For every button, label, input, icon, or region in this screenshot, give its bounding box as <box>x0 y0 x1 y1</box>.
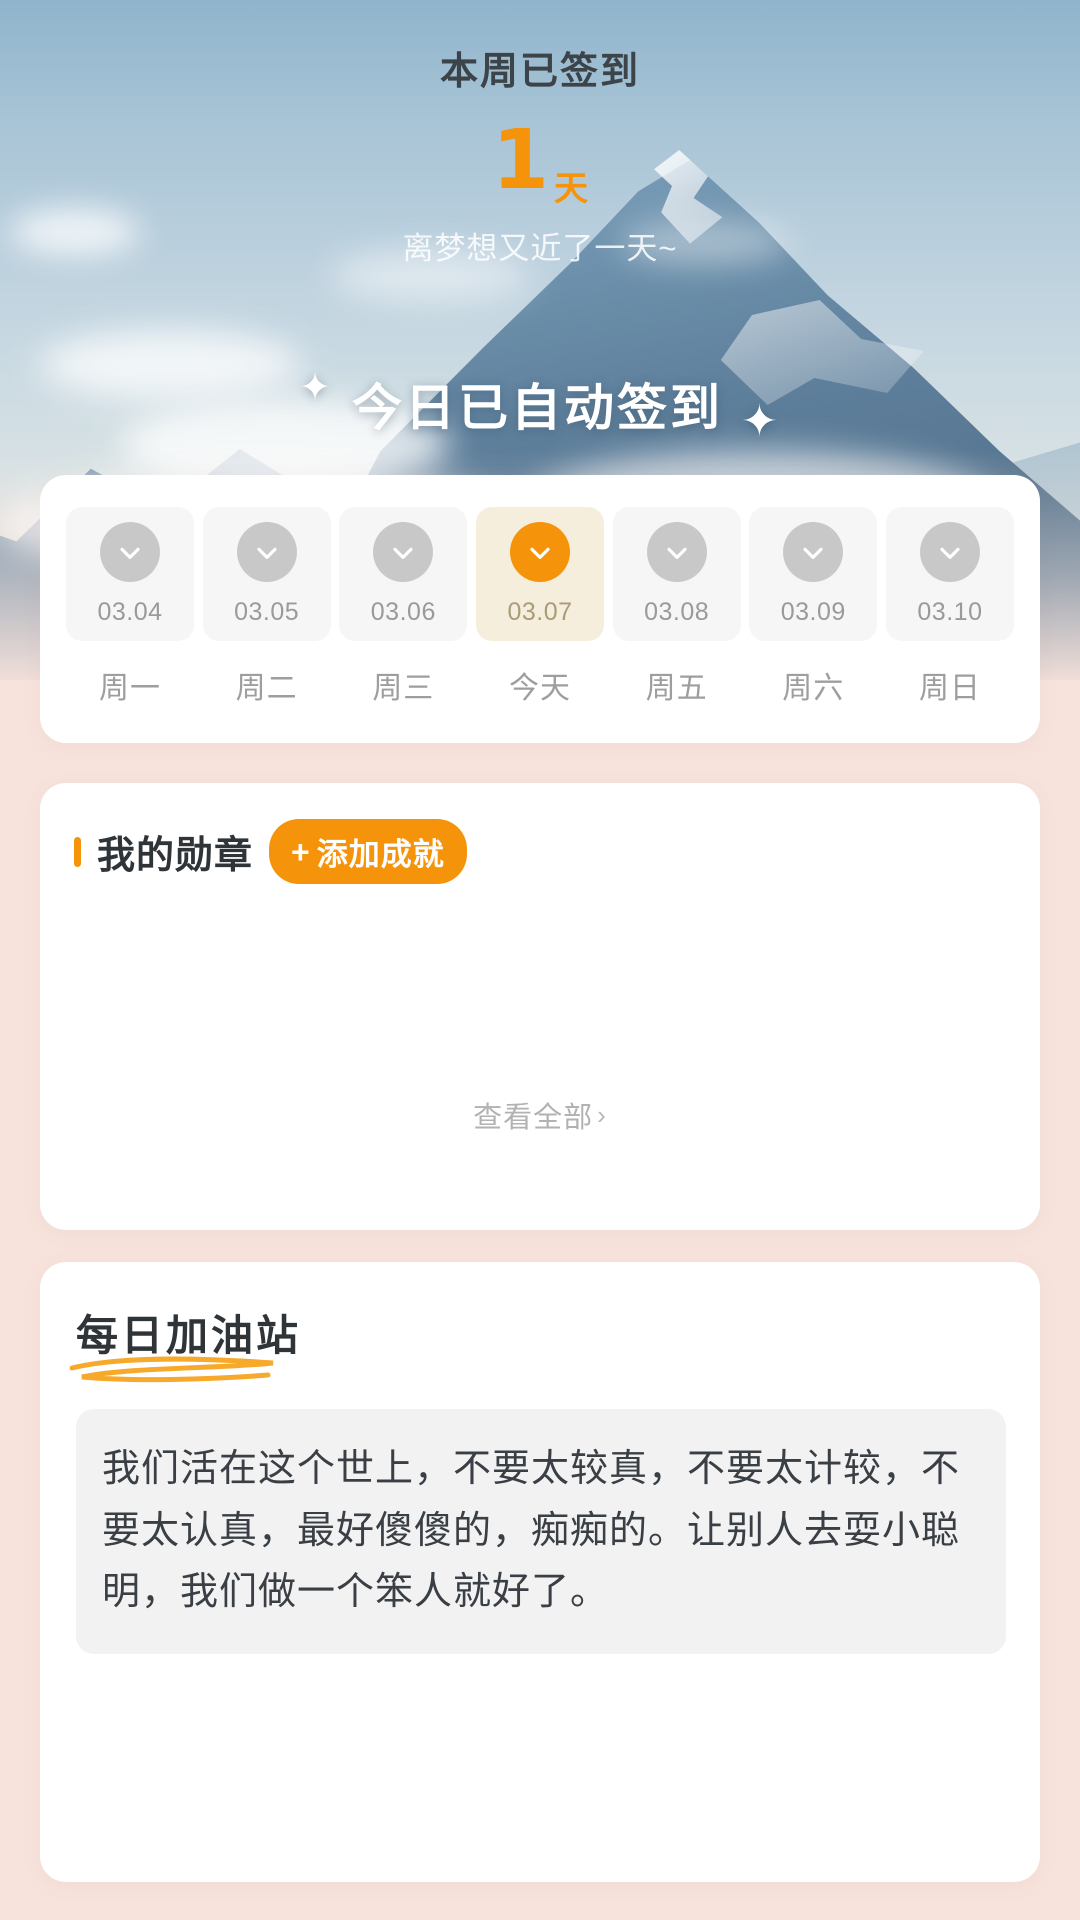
check-icon <box>803 547 823 559</box>
weekday-label-row: 周一 周二 周三 今天 周五 周六 周日 <box>66 663 1014 707</box>
day-date-label: 03.04 <box>97 597 163 626</box>
daily-motivation-card: 每日加油站 我们活在这个世上，不要太较真，不要太计较，不要太认真，最好傻傻的，痴… <box>40 1262 1040 1882</box>
daily-section-title: 每日加油站 <box>76 1312 302 1359</box>
checkin-status-circle <box>373 521 434 582</box>
checkin-status-circle <box>646 521 707 582</box>
checkin-status-text: 今日已自动签到 <box>351 380 723 436</box>
day-tile[interactable]: 03.06 <box>339 507 468 641</box>
checkin-status-circle <box>919 521 980 582</box>
my-badges-card: 我的勋章 + 添加成就 查看全部 › <box>40 783 1040 1230</box>
view-all-label: 查看全部 <box>473 1102 594 1134</box>
view-all-badges-link[interactable]: 查看全部 › <box>74 1094 1006 1136</box>
day-date-label: 03.06 <box>370 597 436 626</box>
plus-icon: + <box>291 833 311 870</box>
check-icon <box>393 547 413 559</box>
quote-container: 我们活在这个世上，不要太较真，不要太计较，不要太认真，最好傻傻的，痴痴的。让别人… <box>76 1409 1006 1654</box>
checkin-status-circle <box>236 521 297 582</box>
weekday-label: 周五 <box>645 672 708 705</box>
checkin-status-circle <box>783 521 844 582</box>
badges-section-title: 我的勋章 <box>97 835 254 877</box>
accent-bar-icon <box>74 836 81 867</box>
streak-counter: 1天 <box>0 120 1080 207</box>
hero-subtitle: 离梦想又近了一天~ <box>402 231 678 266</box>
weekday-label: 周日 <box>918 672 981 705</box>
day-date-label: 03.05 <box>234 597 300 626</box>
weekday-label: 周二 <box>235 672 298 705</box>
add-achievement-button[interactable]: + 添加成就 <box>269 819 467 884</box>
badges-empty-area <box>74 884 1006 1094</box>
daily-quote-text: 我们活在这个世上，不要太较真，不要太计较，不要太认真，最好傻傻的，痴痴的。让别人… <box>102 1448 961 1614</box>
daily-title-wrapper: 每日加油站 <box>69 1302 302 1383</box>
day-tile[interactable]: 03.08 <box>612 507 741 641</box>
weekly-day-tiles: 03.04 03.05 03.06 03.07 03.08 03.09 03.10 <box>66 507 1014 641</box>
day-tile[interactable]: 03.05 <box>202 507 331 641</box>
badges-section-header: 我的勋章 + 添加成就 <box>74 819 1006 884</box>
day-tile[interactable]: 03.04 <box>66 507 194 641</box>
check-icon <box>120 547 140 559</box>
day-date-label: 03.07 <box>507 597 573 626</box>
weekday-label: 今天 <box>508 672 571 705</box>
streak-unit: 天 <box>554 170 589 208</box>
day-tile[interactable]: 03.10 <box>885 507 1014 641</box>
checkin-status-circle <box>509 521 570 582</box>
page-title: 本周已签到 <box>439 51 640 93</box>
check-icon <box>530 547 550 559</box>
weekly-checkin-card: 03.04 03.05 03.06 03.07 03.08 03.09 03.10 周一 周二… <box>40 475 1040 743</box>
day-date-label: 03.10 <box>917 597 983 626</box>
sparkle-icon: ✦ <box>299 367 334 409</box>
add-achievement-label: 添加成就 <box>316 837 445 872</box>
check-icon <box>940 547 960 559</box>
day-tile[interactable]: 03.09 <box>749 507 878 641</box>
weekday-label: 周三 <box>372 672 435 705</box>
chevron-right-icon: › <box>597 1099 607 1130</box>
check-icon <box>667 547 687 559</box>
weekday-label: 周一 <box>99 672 161 705</box>
check-icon <box>257 547 277 559</box>
sparkle-icon: ✦ <box>740 397 781 446</box>
day-date-label: 03.09 <box>780 597 846 626</box>
day-tile[interactable]: 03.07 <box>475 507 604 641</box>
day-date-label: 03.08 <box>644 597 710 626</box>
checkin-status-heading: ✦ 今日已自动签到 ✦ <box>0 367 1080 444</box>
streak-number: 1 <box>491 113 551 208</box>
checkin-status-circle <box>100 521 160 582</box>
weekday-label: 周六 <box>782 672 845 705</box>
